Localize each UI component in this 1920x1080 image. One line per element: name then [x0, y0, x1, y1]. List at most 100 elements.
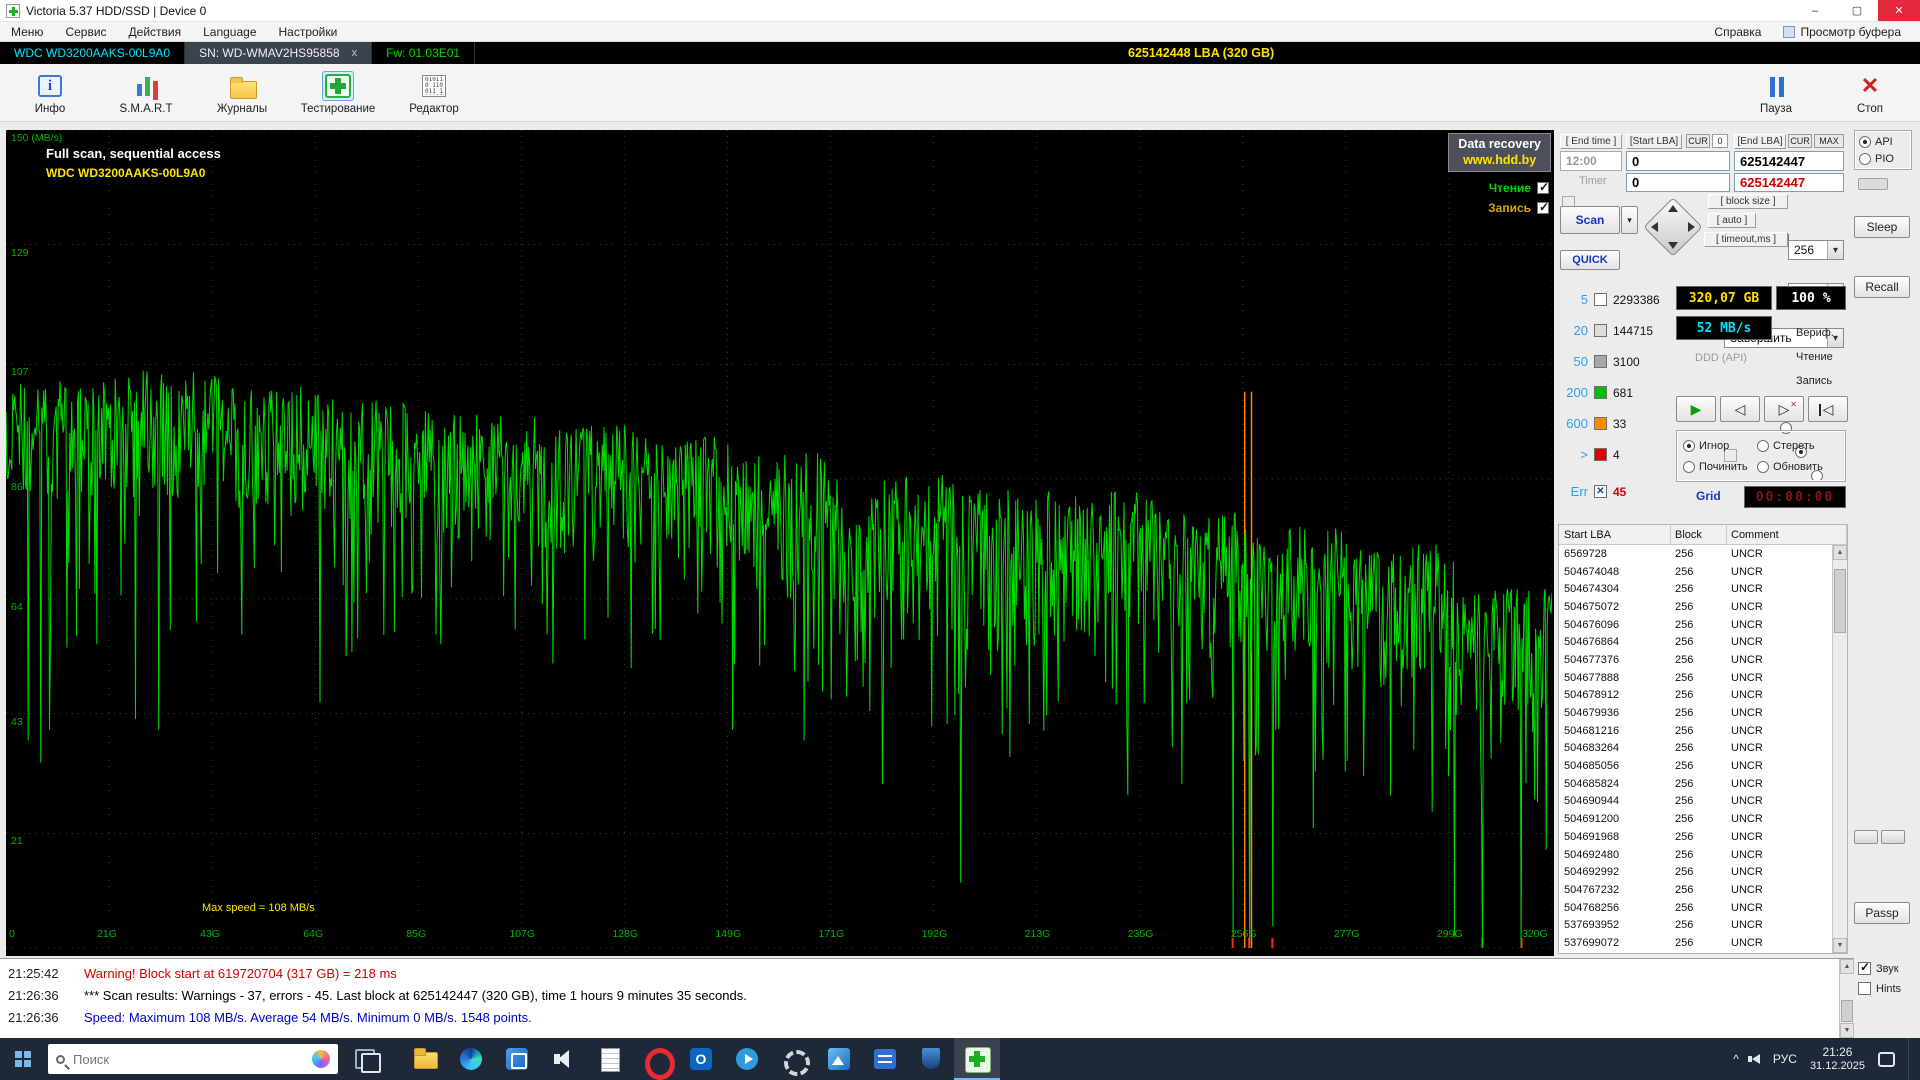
volume-icon[interactable] — [1752, 1054, 1760, 1064]
next-error-button[interactable] — [1764, 396, 1804, 422]
defect-table-header[interactable]: Start LBA Block Comment — [1559, 525, 1847, 545]
scan-button[interactable]: Scan — [1560, 206, 1620, 234]
defect-row[interactable]: 504691200 256 UNCR — [1559, 810, 1832, 828]
erase-radio[interactable] — [1757, 440, 1769, 452]
defect-row[interactable]: 504678912 256 UNCR — [1559, 687, 1832, 705]
defect-row[interactable]: 504690944 256 UNCR — [1559, 793, 1832, 811]
log-scrollbar[interactable] — [1839, 959, 1854, 1038]
taskbar-mail-icon[interactable] — [678, 1038, 724, 1080]
defect-row[interactable]: 504767232 256 UNCR — [1559, 881, 1832, 899]
sleep-button[interactable]: Sleep — [1854, 216, 1910, 238]
end-lba-max-button[interactable]: MAX — [1814, 134, 1844, 148]
taskbar-defender-icon[interactable] — [908, 1038, 954, 1080]
taskbar-opera-icon[interactable] — [632, 1038, 678, 1080]
defect-row[interactable]: 504692480 256 UNCR — [1559, 846, 1832, 864]
log-scroll-down-icon[interactable] — [1840, 1023, 1854, 1038]
menu-item[interactable]: Меню — [0, 25, 54, 39]
hidden-icons-button[interactable]: ^ — [1733, 1052, 1739, 1066]
minimize-button[interactable]: – — [1794, 0, 1836, 21]
dpad-down-icon[interactable] — [1668, 242, 1678, 249]
close-button[interactable]: ✕ — [1878, 0, 1920, 21]
stop-button[interactable]: Стоп — [1830, 70, 1910, 115]
play-button[interactable] — [1676, 396, 1716, 422]
task-view-button[interactable] — [342, 1038, 388, 1080]
log-scroll-up-icon[interactable] — [1840, 959, 1854, 974]
taskbar-victoria-icon[interactable] — [954, 1038, 1000, 1080]
taskbar-media-icon[interactable] — [724, 1038, 770, 1080]
title-bar[interactable]: Victoria 5.37 HDD/SSD | Device 0 – ▢ ✕ — [0, 0, 1920, 22]
scroll-up-icon[interactable] — [1833, 545, 1847, 560]
step-back-button[interactable] — [1720, 396, 1760, 422]
taskbar-blue-app-icon[interactable] — [494, 1038, 540, 1080]
scan-dropdown-button[interactable] — [1621, 206, 1638, 234]
journals-button[interactable]: Журналы — [202, 70, 282, 115]
seek-dpad[interactable] — [1642, 196, 1704, 258]
pio-radio[interactable] — [1859, 153, 1871, 165]
ignore-radio[interactable] — [1683, 440, 1695, 452]
testing-button[interactable]: Тестирование — [298, 70, 378, 115]
taskbar-edge-icon[interactable] — [448, 1038, 494, 1080]
end-lba-input[interactable]: 625142447 — [1734, 151, 1844, 171]
dpad-up-icon[interactable] — [1668, 205, 1678, 212]
repair-radio[interactable] — [1683, 461, 1695, 473]
log-line[interactable]: 21:25:42 Warning! Block start at 6197207… — [0, 962, 1854, 984]
defect-row[interactable]: 6569728 256 UNCR — [1559, 545, 1832, 563]
menu-item[interactable]: Настройки — [268, 25, 349, 39]
legend-checkbox[interactable] — [1537, 202, 1549, 214]
notification-center-icon[interactable] — [1878, 1052, 1895, 1067]
defect-row[interactable]: 504679936 256 UNCR — [1559, 704, 1832, 722]
passp-button[interactable]: Passp — [1854, 902, 1910, 924]
log-scrollbar-thumb[interactable] — [1841, 1000, 1853, 1022]
defect-row[interactable]: 504683264 256 UNCR — [1559, 740, 1832, 758]
scroll-down-icon[interactable] — [1833, 938, 1847, 953]
language-indicator[interactable]: РУС — [1773, 1052, 1797, 1066]
refresh-radio[interactable] — [1757, 461, 1769, 473]
dpad-left-icon[interactable] — [1651, 222, 1658, 232]
maximize-button[interactable]: ▢ — [1836, 0, 1878, 21]
legend-checkbox[interactable] — [1537, 182, 1549, 194]
defect-row[interactable]: 537699072 256 UNCR — [1559, 934, 1832, 952]
quick-button[interactable]: QUICK — [1560, 250, 1620, 270]
device-serial-tab[interactable]: SN: WD-WMAV2HS95858 x — [185, 42, 372, 64]
dpad-right-icon[interactable] — [1688, 222, 1695, 232]
defect-row[interactable]: 504674048 256 UNCR — [1559, 563, 1832, 581]
clock[interactable]: 21:26 31.12.2025 — [1810, 1045, 1865, 1074]
mini-button-1[interactable] — [1854, 830, 1878, 844]
start-button[interactable] — [0, 1038, 46, 1080]
defect-row[interactable]: 504685824 256 UNCR — [1559, 775, 1832, 793]
info-button[interactable]: Инфо — [10, 70, 90, 115]
log-line[interactable]: 21:26:36 *** Scan results: Warnings - 37… — [0, 984, 1854, 1006]
taskbar-photos-icon[interactable] — [816, 1038, 862, 1080]
menu-item[interactable]: Language — [192, 25, 267, 39]
defect-row[interactable]: 504677888 256 UNCR — [1559, 669, 1832, 687]
copilot-icon[interactable] — [312, 1050, 330, 1068]
device-firmware-tab[interactable]: Fw: 01.03E01 — [372, 42, 475, 64]
show-desktop-button[interactable] — [1908, 1038, 1912, 1080]
defect-row[interactable]: 504768256 256 UNCR — [1559, 899, 1832, 917]
sound-checkbox[interactable] — [1858, 962, 1871, 975]
mini-button-2[interactable] — [1881, 830, 1905, 844]
taskbar-volume-app-icon[interactable] — [540, 1038, 586, 1080]
defect-row[interactable]: 504681216 256 UNCR — [1559, 722, 1832, 740]
hints-checkbox[interactable] — [1858, 982, 1871, 995]
scrollbar-thumb[interactable] — [1834, 569, 1846, 633]
end-time-spinner[interactable]: 12:00 — [1560, 151, 1622, 171]
taskbar-settings-icon[interactable] — [770, 1038, 816, 1080]
smart-button[interactable]: S.M.A.R.T — [106, 70, 186, 115]
buffer-view-menu[interactable]: Просмотр буфера — [1772, 25, 1912, 39]
taskbar-notepad-icon[interactable] — [586, 1038, 632, 1080]
log-line[interactable]: 21:26:36 Speed: Maximum 108 MB/s. Averag… — [0, 1006, 1854, 1028]
defect-row[interactable]: 504685056 256 UNCR — [1559, 757, 1832, 775]
defect-row[interactable]: 504691968 256 UNCR — [1559, 828, 1832, 846]
taskbar-store-icon[interactable] — [862, 1038, 908, 1080]
menu-item[interactable]: Действия — [118, 25, 193, 39]
end-lba-cur-button[interactable]: CUR — [1788, 134, 1812, 148]
defect-row[interactable]: 504677376 256 UNCR — [1559, 651, 1832, 669]
defect-row[interactable]: 537693952 256 UNCR — [1559, 916, 1832, 934]
go-start-button[interactable] — [1808, 396, 1848, 422]
start-lba-input[interactable]: 0 — [1626, 151, 1730, 171]
search-input[interactable] — [73, 1052, 304, 1067]
taskbar-search[interactable] — [48, 1044, 338, 1074]
api-radio[interactable] — [1859, 136, 1871, 148]
start-lba-cur-button[interactable]: CUR — [1686, 134, 1710, 148]
